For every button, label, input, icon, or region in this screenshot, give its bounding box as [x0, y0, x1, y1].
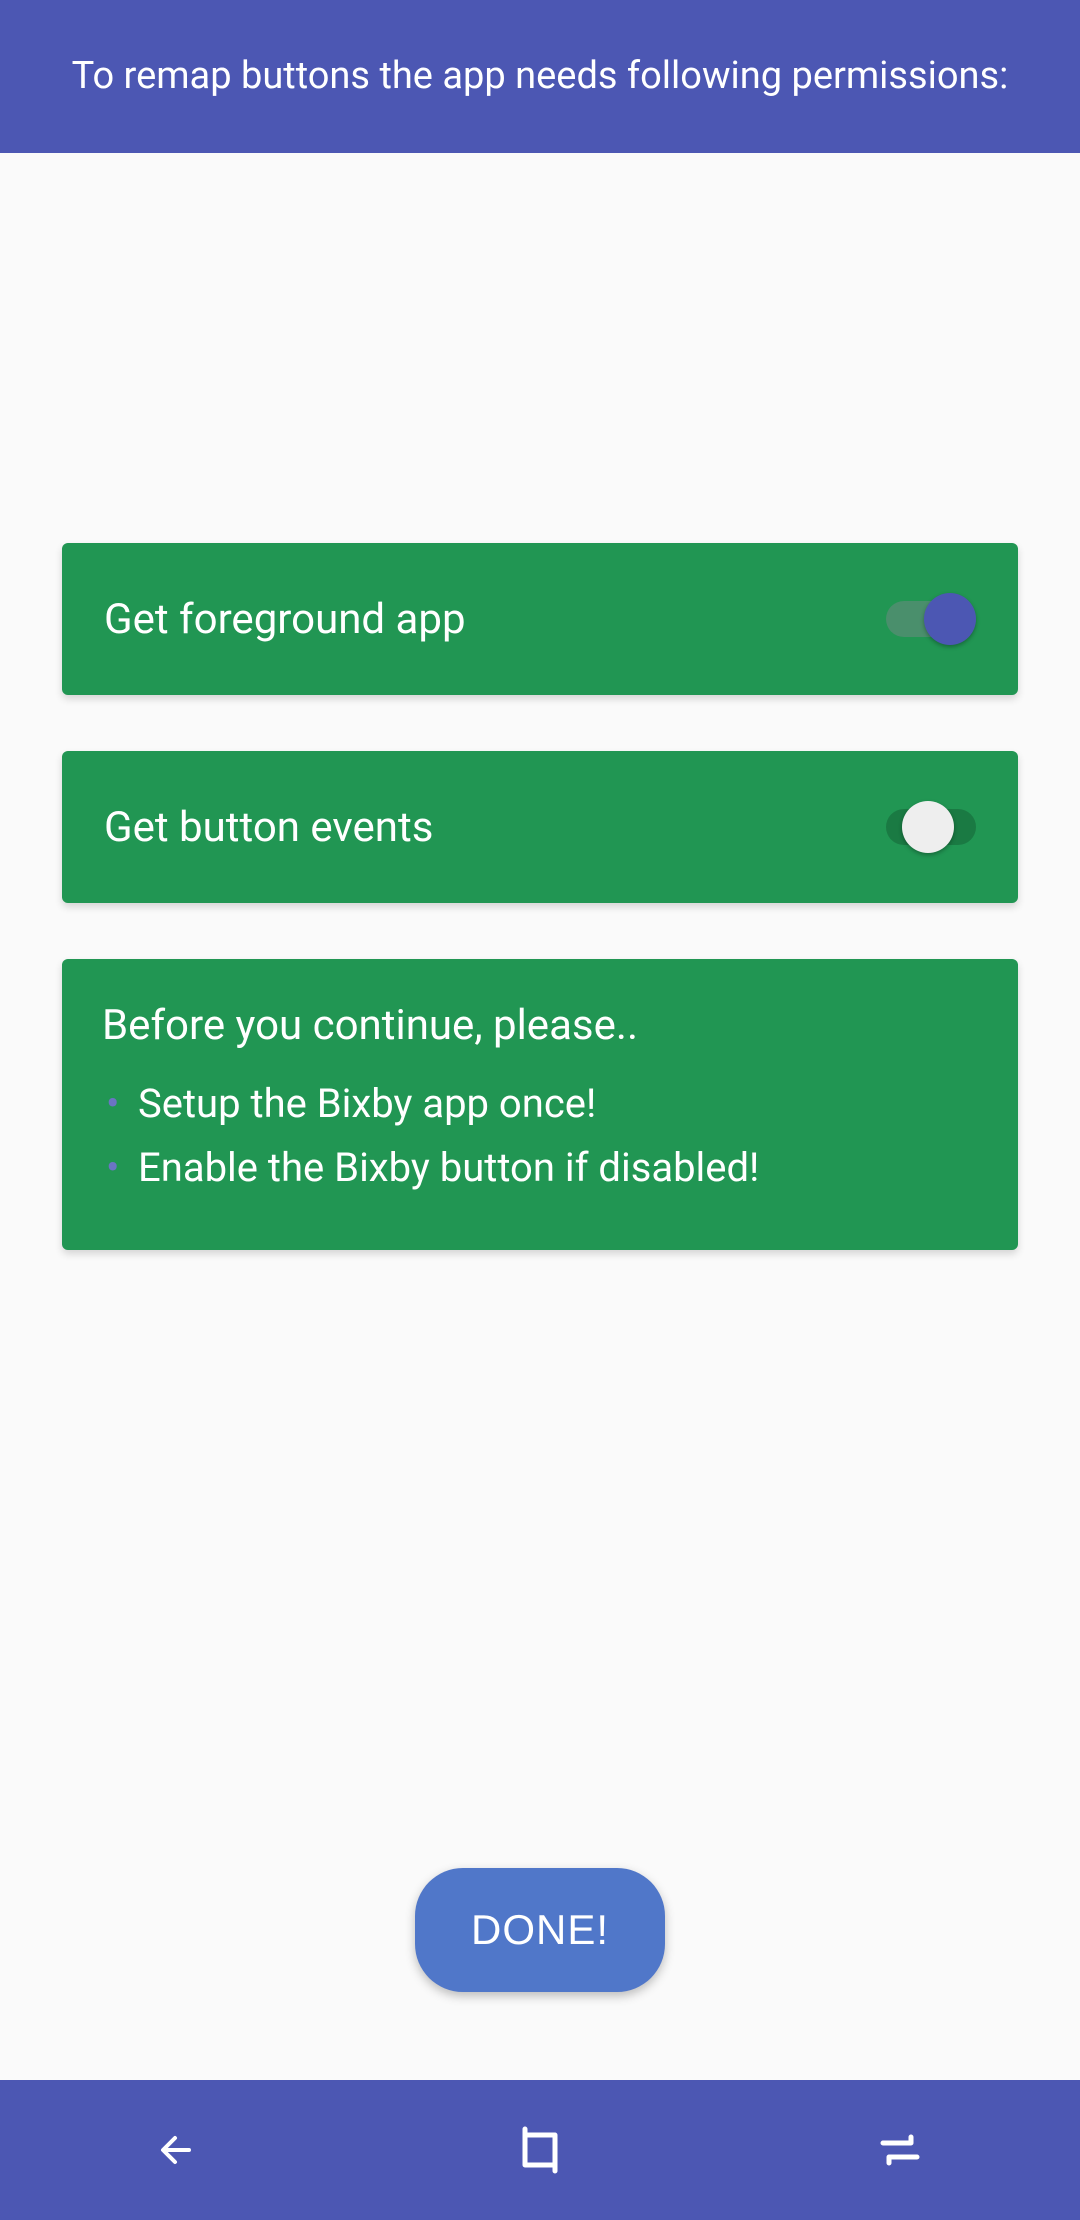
- info-item: Enable the Bixby button if disabled!: [102, 1136, 978, 1200]
- switch-thumb: [924, 593, 976, 645]
- permission-toggle-button-events[interactable]: [886, 801, 976, 853]
- info-card: Before you continue, please.. Setup the …: [62, 959, 1018, 1250]
- back-icon[interactable]: [153, 2123, 207, 2177]
- done-row: DONE!: [62, 1868, 1018, 2080]
- system-navbar: [0, 2080, 1080, 2220]
- permission-card-foreground[interactable]: Get foreground app: [62, 543, 1018, 695]
- spacer: [62, 153, 1018, 543]
- info-title: Before you continue, please..: [102, 1001, 978, 1050]
- permission-toggle-foreground[interactable]: [886, 593, 976, 645]
- done-button[interactable]: DONE!: [415, 1868, 665, 1992]
- switch-thumb: [902, 801, 954, 853]
- permission-label: Get button events: [104, 803, 433, 852]
- permission-label: Get foreground app: [104, 595, 466, 644]
- spacer: [62, 1250, 1018, 1868]
- header-title: To remap buttons the app needs following…: [72, 54, 1009, 98]
- home-icon[interactable]: [513, 2123, 567, 2177]
- content-area: Get foreground app Get button events Bef…: [0, 153, 1080, 2080]
- recents-icon[interactable]: [873, 2123, 927, 2177]
- info-list: Setup the Bixby app once! Enable the Bix…: [102, 1072, 978, 1200]
- info-item: Setup the Bixby app once!: [102, 1072, 978, 1136]
- header: To remap buttons the app needs following…: [0, 0, 1080, 153]
- permission-card-button-events[interactable]: Get button events: [62, 751, 1018, 903]
